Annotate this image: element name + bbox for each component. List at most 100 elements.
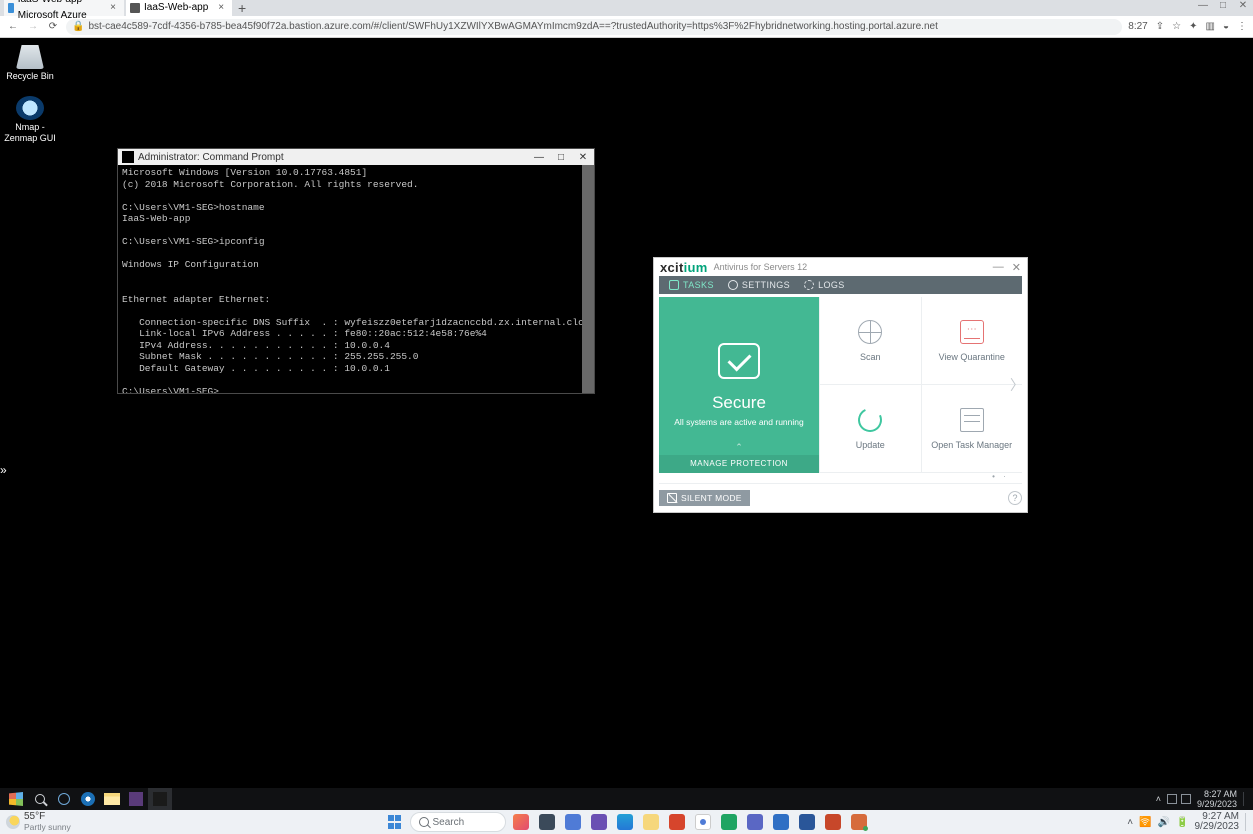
tray-network-icon[interactable] xyxy=(1167,794,1177,804)
status-title: Secure xyxy=(712,393,766,413)
action-update[interactable]: Update xyxy=(819,385,921,473)
browser-minimize-button[interactable]: — xyxy=(1193,0,1213,16)
taskbar-cortana-button[interactable] xyxy=(52,788,76,810)
tab-label: TASKS xyxy=(683,280,714,290)
cmd-scrollbar-thumb[interactable] xyxy=(582,165,594,393)
host-show-desktop[interactable] xyxy=(1245,813,1249,831)
xcitium-window[interactable]: xcitium Antivirus for Servers 12 — ✕ TAS… xyxy=(653,257,1028,513)
start-button[interactable] xyxy=(4,788,28,810)
grid-page-dots[interactable]: • · xyxy=(979,472,1022,481)
host-search-box[interactable]: Search xyxy=(410,812,506,832)
host-taskbar-app-5[interactable] xyxy=(614,811,636,833)
host-taskbar-word[interactable] xyxy=(796,811,818,833)
outlook-icon xyxy=(773,814,789,830)
weather-widget[interactable]: 55°F Partly sunny xyxy=(0,812,77,832)
host-taskbar-chrome[interactable] xyxy=(692,811,714,833)
host-taskbar-explorer[interactable] xyxy=(640,811,662,833)
tab-tasks[interactable]: TASKS xyxy=(669,280,714,290)
cmd-scrollbar[interactable] xyxy=(582,165,594,393)
cmd-maximize-button[interactable]: □ xyxy=(550,152,572,163)
sidepanel-icon[interactable]: ▥ xyxy=(1206,21,1215,32)
action-open-task-manager[interactable]: Open Task Manager xyxy=(921,385,1023,473)
nav-back-button[interactable]: ← xyxy=(6,21,20,32)
menu-icon[interactable]: ⋮ xyxy=(1237,21,1247,32)
tab-settings[interactable]: SETTINGS xyxy=(728,280,790,290)
action-view-quarantine[interactable]: View Quarantine xyxy=(921,297,1023,385)
remote-time: 8:27 AM xyxy=(1197,789,1237,799)
host-taskbar-app-2[interactable] xyxy=(536,811,558,833)
tab-title: IaaS-Web-app xyxy=(144,0,208,16)
tray-chevron-icon[interactable]: ˄ xyxy=(1127,817,1133,828)
bookmark-icon[interactable]: ☆ xyxy=(1172,21,1181,32)
tasks-icon xyxy=(669,280,679,290)
host-taskbar-teams[interactable] xyxy=(744,811,766,833)
host-taskbar-app-4[interactable] xyxy=(588,811,610,833)
host-taskbar-center: Search xyxy=(384,811,870,833)
tray-volume-icon[interactable] xyxy=(1181,794,1191,804)
browser-maximize-button[interactable]: □ xyxy=(1213,0,1233,16)
app-icon xyxy=(721,814,737,830)
host-taskbar-ppt[interactable] xyxy=(822,811,844,833)
taskbar-explorer-button[interactable] xyxy=(100,788,124,810)
host-taskbar-outlook[interactable] xyxy=(770,811,792,833)
host-taskbar-app-7[interactable] xyxy=(718,811,740,833)
remote-taskbar: ˄ 8:27 AM 9/29/2023 xyxy=(0,788,1253,810)
xcitium-minimize-button[interactable]: — xyxy=(993,261,1004,274)
action-grid: Scan View Quarantine Update Open Task Ma… xyxy=(819,297,1022,473)
tab-close-icon[interactable]: × xyxy=(218,0,224,16)
browser-close-button[interactable]: ✕ xyxy=(1233,0,1253,16)
share-icon[interactable]: ⇪ xyxy=(1156,21,1164,32)
chrome-icon xyxy=(695,814,711,830)
tray-wifi-icon[interactable]: 🛜 xyxy=(1139,817,1151,828)
command-prompt-window[interactable]: Administrator: Command Prompt — □ ✕ Micr… xyxy=(117,148,595,394)
taskbar-app-button[interactable] xyxy=(124,788,148,810)
grid-next-button[interactable]: 〉 xyxy=(1011,365,1023,405)
remote-date: 9/29/2023 xyxy=(1197,799,1237,809)
address-bar[interactable]: 🔒 bst-cae4c589-7cdf-4356-b785-bea45f90f7… xyxy=(66,19,1122,35)
host-taskbar-snip[interactable] xyxy=(848,811,870,833)
icon-label: Nmap - Zenmap GUI xyxy=(0,122,60,144)
taskbar-cmd-button[interactable] xyxy=(148,788,172,810)
tab-logs[interactable]: LOGS xyxy=(804,280,845,290)
tab-close-icon[interactable]: × xyxy=(110,0,116,16)
host-start-button[interactable] xyxy=(384,811,406,833)
expand-caret-icon[interactable]: ⌃ xyxy=(735,442,743,453)
new-tab-button[interactable]: + xyxy=(234,1,250,15)
host-taskbar: 55°F Partly sunny Search ˄ 🛜 🔊 🔋 9:27 AM xyxy=(0,810,1253,834)
taskbar-search-button[interactable] xyxy=(28,788,52,810)
desktop-icon-zenmap[interactable]: Nmap - Zenmap GUI xyxy=(0,96,60,144)
nav-forward-button[interactable]: → xyxy=(26,21,40,32)
desktop-icon-recycle-bin[interactable]: Recycle Bin xyxy=(0,45,60,82)
xcitium-close-button[interactable]: ✕ xyxy=(1012,261,1021,274)
mute-icon xyxy=(667,493,677,503)
browser-tab-iaas[interactable]: IaaS-Web-app × xyxy=(126,0,232,16)
action-scan[interactable]: Scan xyxy=(819,297,921,385)
host-clock[interactable]: 9:27 AM 9/29/2023 xyxy=(1195,812,1240,832)
silent-mode-button[interactable]: SILENT MODE xyxy=(659,490,750,506)
tray-battery-icon[interactable]: 🔋 xyxy=(1176,817,1188,828)
cmd-titlebar[interactable]: Administrator: Command Prompt — □ ✕ xyxy=(118,149,594,165)
remote-desktop[interactable]: Recycle Bin Nmap - Zenmap GUI » Administ… xyxy=(0,38,1253,810)
cmd-close-button[interactable]: ✕ xyxy=(572,152,594,163)
host-taskbar-app-1[interactable] xyxy=(510,811,532,833)
nav-reload-button[interactable]: ⟳ xyxy=(46,21,60,32)
host-taskbar-app-3[interactable] xyxy=(562,811,584,833)
tray-chevron-icon[interactable]: ˄ xyxy=(1156,794,1161,804)
url-text: bst-cae4c589-7cdf-4356-b785-bea45f90f72a… xyxy=(88,21,937,32)
remote-clock[interactable]: 8:27 AM 9/29/2023 xyxy=(1197,789,1237,809)
host-taskbar-app-6[interactable] xyxy=(666,811,688,833)
browser-tab-azure[interactable]: IaaS-Web-app - Microsoft Azure × xyxy=(4,0,124,16)
profile-icon[interactable]: ◒ xyxy=(1223,21,1229,32)
cmd-minimize-button[interactable]: — xyxy=(528,152,550,163)
tray-volume-icon[interactable]: 🔊 xyxy=(1158,817,1170,828)
help-button[interactable]: ? xyxy=(1008,491,1022,505)
system-tray[interactable] xyxy=(1167,794,1191,804)
xcitium-titlebar[interactable]: xcitium Antivirus for Servers 12 — ✕ xyxy=(654,258,1027,276)
manage-protection-button[interactable]: MANAGE PROTECTION xyxy=(659,455,819,473)
bastion-side-handle[interactable]: » xyxy=(0,463,10,473)
taskbar-edge-button[interactable] xyxy=(76,788,100,810)
extensions-icon[interactable]: ✦ xyxy=(1189,21,1197,32)
cmd-body[interactable]: Microsoft Windows [Version 10.0.17763.48… xyxy=(118,165,594,393)
show-desktop-button[interactable] xyxy=(1243,792,1249,806)
logs-icon xyxy=(804,280,814,290)
